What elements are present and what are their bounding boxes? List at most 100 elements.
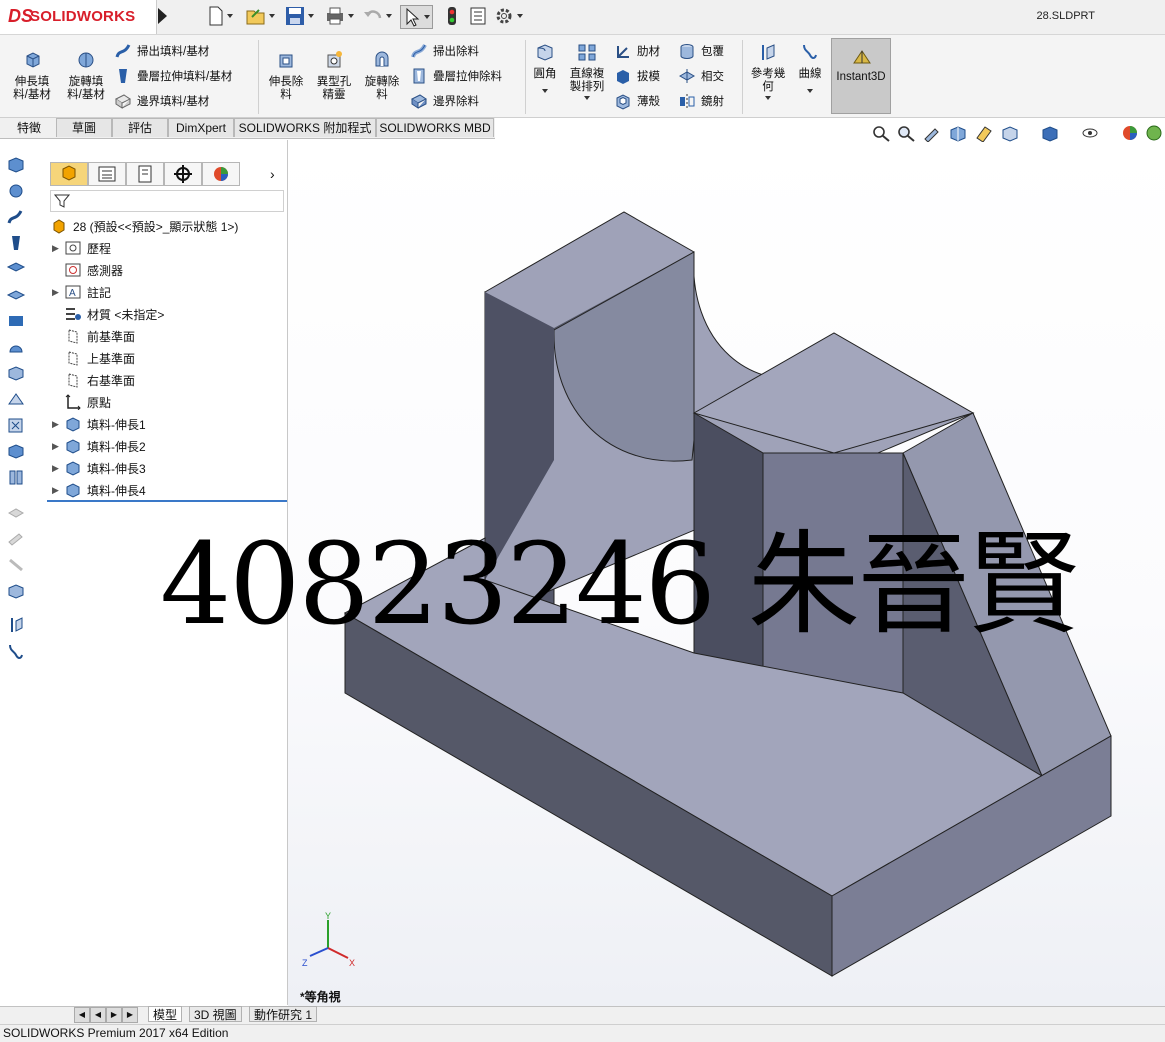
reference-geometry-icon[interactable] xyxy=(6,616,26,634)
next-tab-icon[interactable]: ▶ xyxy=(106,1007,122,1023)
expand-arrow-icon[interactable]: ▶ xyxy=(52,463,64,474)
rebuild-button[interactable] xyxy=(446,5,458,27)
tree-item-extrude-4[interactable]: ▶ 填料-伸長4 xyxy=(52,480,146,500)
expand-arrow-icon[interactable]: ▶ xyxy=(52,485,64,496)
swept-boss-icon[interactable] xyxy=(6,208,26,226)
tab-configuration-manager[interactable] xyxy=(126,162,164,186)
wrap-button[interactable]: 包覆 xyxy=(678,42,724,60)
curves-button[interactable]: 曲線 xyxy=(792,42,828,93)
extruded-boss-icon[interactable] xyxy=(6,156,26,174)
fillet-icon xyxy=(537,44,553,61)
intersect-button[interactable]: 相交 xyxy=(678,67,724,85)
tab-motion-study[interactable]: 動作研究 1 xyxy=(249,1006,318,1022)
lofted-boss-icon[interactable] xyxy=(6,234,26,252)
rib-button[interactable]: 肋材 xyxy=(614,42,660,60)
tree-item-right-plane[interactable]: 右基準面 xyxy=(52,370,135,390)
draft-button[interactable]: 拔模 xyxy=(614,67,660,85)
revolved-boss-button[interactable]: 旋轉填 料/基材 xyxy=(62,50,110,102)
tree-item-front-plane[interactable]: 前基準面 xyxy=(52,326,135,346)
curves-dropdown-icon[interactable] xyxy=(807,89,813,93)
swept-cut-button[interactable]: 掃出除料 xyxy=(410,42,479,60)
tree-item-top-plane[interactable]: 上基準面 xyxy=(52,348,135,368)
dome-icon[interactable] xyxy=(6,338,26,356)
tree-item-history[interactable]: ▶ 歷程 xyxy=(52,238,111,258)
last-tab-icon[interactable]: ▶ xyxy=(122,1007,138,1023)
tab-addins[interactable]: SOLIDWORKS 附加程式 xyxy=(234,118,376,137)
expand-arrow-icon[interactable]: ▶ xyxy=(52,287,64,298)
extruded-boss-button[interactable]: 伸長填 料/基材 xyxy=(8,50,56,102)
save-button[interactable] xyxy=(285,5,314,27)
tree-item-extrude-1[interactable]: ▶ 填料-伸長1 xyxy=(52,414,146,434)
expand-arrow-icon[interactable]: ▶ xyxy=(52,419,64,430)
tree-item-extrude-2[interactable]: ▶ 填料-伸長2 xyxy=(52,436,146,456)
tab-sketch[interactable]: 草圖 xyxy=(56,118,112,137)
options-button[interactable] xyxy=(494,5,523,27)
tree-item-material[interactable]: 材質 <未指定> xyxy=(52,304,164,324)
prev-tab-icon[interactable]: ◀ xyxy=(90,1007,106,1023)
reference-geometry-button[interactable]: 參考幾 何 xyxy=(746,42,790,100)
menu-expand-arrow-icon[interactable] xyxy=(158,8,167,24)
tab-3d-views[interactable]: 3D 視圖 xyxy=(189,1006,242,1022)
fillet-dropdown-icon[interactable] xyxy=(542,89,548,93)
tab-scroll-buttons[interactable]: ◀ ◀ ▶ ▶ xyxy=(74,1007,138,1023)
tab-feature-manager[interactable] xyxy=(50,162,88,186)
split-icon[interactable] xyxy=(6,468,26,486)
tree-item-annotations[interactable]: ▶ A 註記 xyxy=(52,282,111,302)
reference-geometry-icon xyxy=(762,44,775,60)
shell-button[interactable]: 薄殼 xyxy=(614,92,660,110)
tree-item-origin[interactable]: 原點 xyxy=(52,392,111,412)
instant3d-small-icon[interactable] xyxy=(6,582,26,600)
linear-pattern-dropdown-icon[interactable] xyxy=(584,96,590,100)
file-properties-button[interactable] xyxy=(469,5,487,27)
revolved-boss-icon[interactable] xyxy=(6,182,26,200)
tab-dimxpert[interactable]: DimXpert xyxy=(168,118,234,137)
linear-pattern-button[interactable]: 直線複 製排列 xyxy=(566,42,608,100)
select-button[interactable] xyxy=(400,5,433,29)
boundary-boss-button[interactable]: 邊界填料/基材 xyxy=(114,92,209,110)
print-button[interactable] xyxy=(325,5,354,27)
tree-item-label: 感測器 xyxy=(87,263,124,278)
tab-mbd[interactable]: SOLIDWORKS MBD xyxy=(376,118,494,137)
lofted-cut-button[interactable]: 疊層拉伸除料 xyxy=(410,67,502,85)
flex-icon[interactable] xyxy=(6,364,26,382)
instant3d-button[interactable]: Instant3D xyxy=(831,38,891,114)
reference-geometry-dropdown-icon[interactable] xyxy=(765,96,771,100)
lofted-boss-button[interactable]: 疊層拉伸填料/基材 xyxy=(114,67,232,85)
tree-item-sensors[interactable]: 感測器 xyxy=(52,260,123,280)
extruded-cut-button[interactable]: 伸長除 料 xyxy=(262,50,310,102)
tree-item-label: 前基準面 xyxy=(87,329,136,344)
swept-boss-button[interactable]: 掃出填料/基材 xyxy=(114,42,209,60)
feature-filter-input[interactable] xyxy=(50,190,284,212)
surface-icon[interactable] xyxy=(6,312,26,330)
tab-model[interactable]: 模型 xyxy=(148,1006,183,1022)
expand-arrow-icon[interactable]: ▶ xyxy=(52,441,64,452)
mirror-button[interactable]: 鏡射 xyxy=(678,92,724,110)
tab-evaluate[interactable]: 評估 xyxy=(112,118,168,137)
first-tab-icon[interactable]: ◀ xyxy=(74,1007,90,1023)
fillet-button[interactable]: 圓角 xyxy=(530,42,560,93)
material-icon xyxy=(66,308,81,320)
solidworks-logo[interactable]: DS SOLIDWORKS xyxy=(0,0,157,34)
reference-triad[interactable]: Y X Z xyxy=(300,910,360,970)
curves-icon[interactable] xyxy=(6,642,26,660)
hole-wizard-button[interactable]: 異型孔 精靈 xyxy=(310,50,358,102)
open-document-button[interactable] xyxy=(246,5,275,27)
expand-arrow-icon[interactable]: ▶ xyxy=(52,243,64,254)
undo-button[interactable] xyxy=(363,5,392,27)
boundary-boss-icon[interactable] xyxy=(6,260,26,278)
boundary-cut-button[interactable]: 邊界除料 xyxy=(410,92,479,110)
tab-dimxpert-manager[interactable] xyxy=(164,162,202,186)
move-body-icon[interactable] xyxy=(6,442,26,460)
new-document-button[interactable] xyxy=(208,5,233,27)
rollback-bar[interactable] xyxy=(47,500,287,502)
revolved-cut-button[interactable]: 旋轉除 料 xyxy=(358,50,406,102)
delete-body-icon[interactable] xyxy=(6,416,26,434)
tab-property-manager[interactable] xyxy=(88,162,126,186)
deform-icon[interactable] xyxy=(6,390,26,408)
tab-display-manager[interactable] xyxy=(202,162,240,186)
panel-expand-arrow-icon[interactable]: › xyxy=(270,166,275,182)
thicken-icon[interactable] xyxy=(6,286,26,304)
tab-features[interactable]: 特徵 xyxy=(4,118,54,137)
tree-item-extrude-3[interactable]: ▶ 填料-伸長3 xyxy=(52,458,146,478)
tree-root[interactable]: 28 (預設<<預設>_顯示狀態 1>) xyxy=(50,216,238,236)
